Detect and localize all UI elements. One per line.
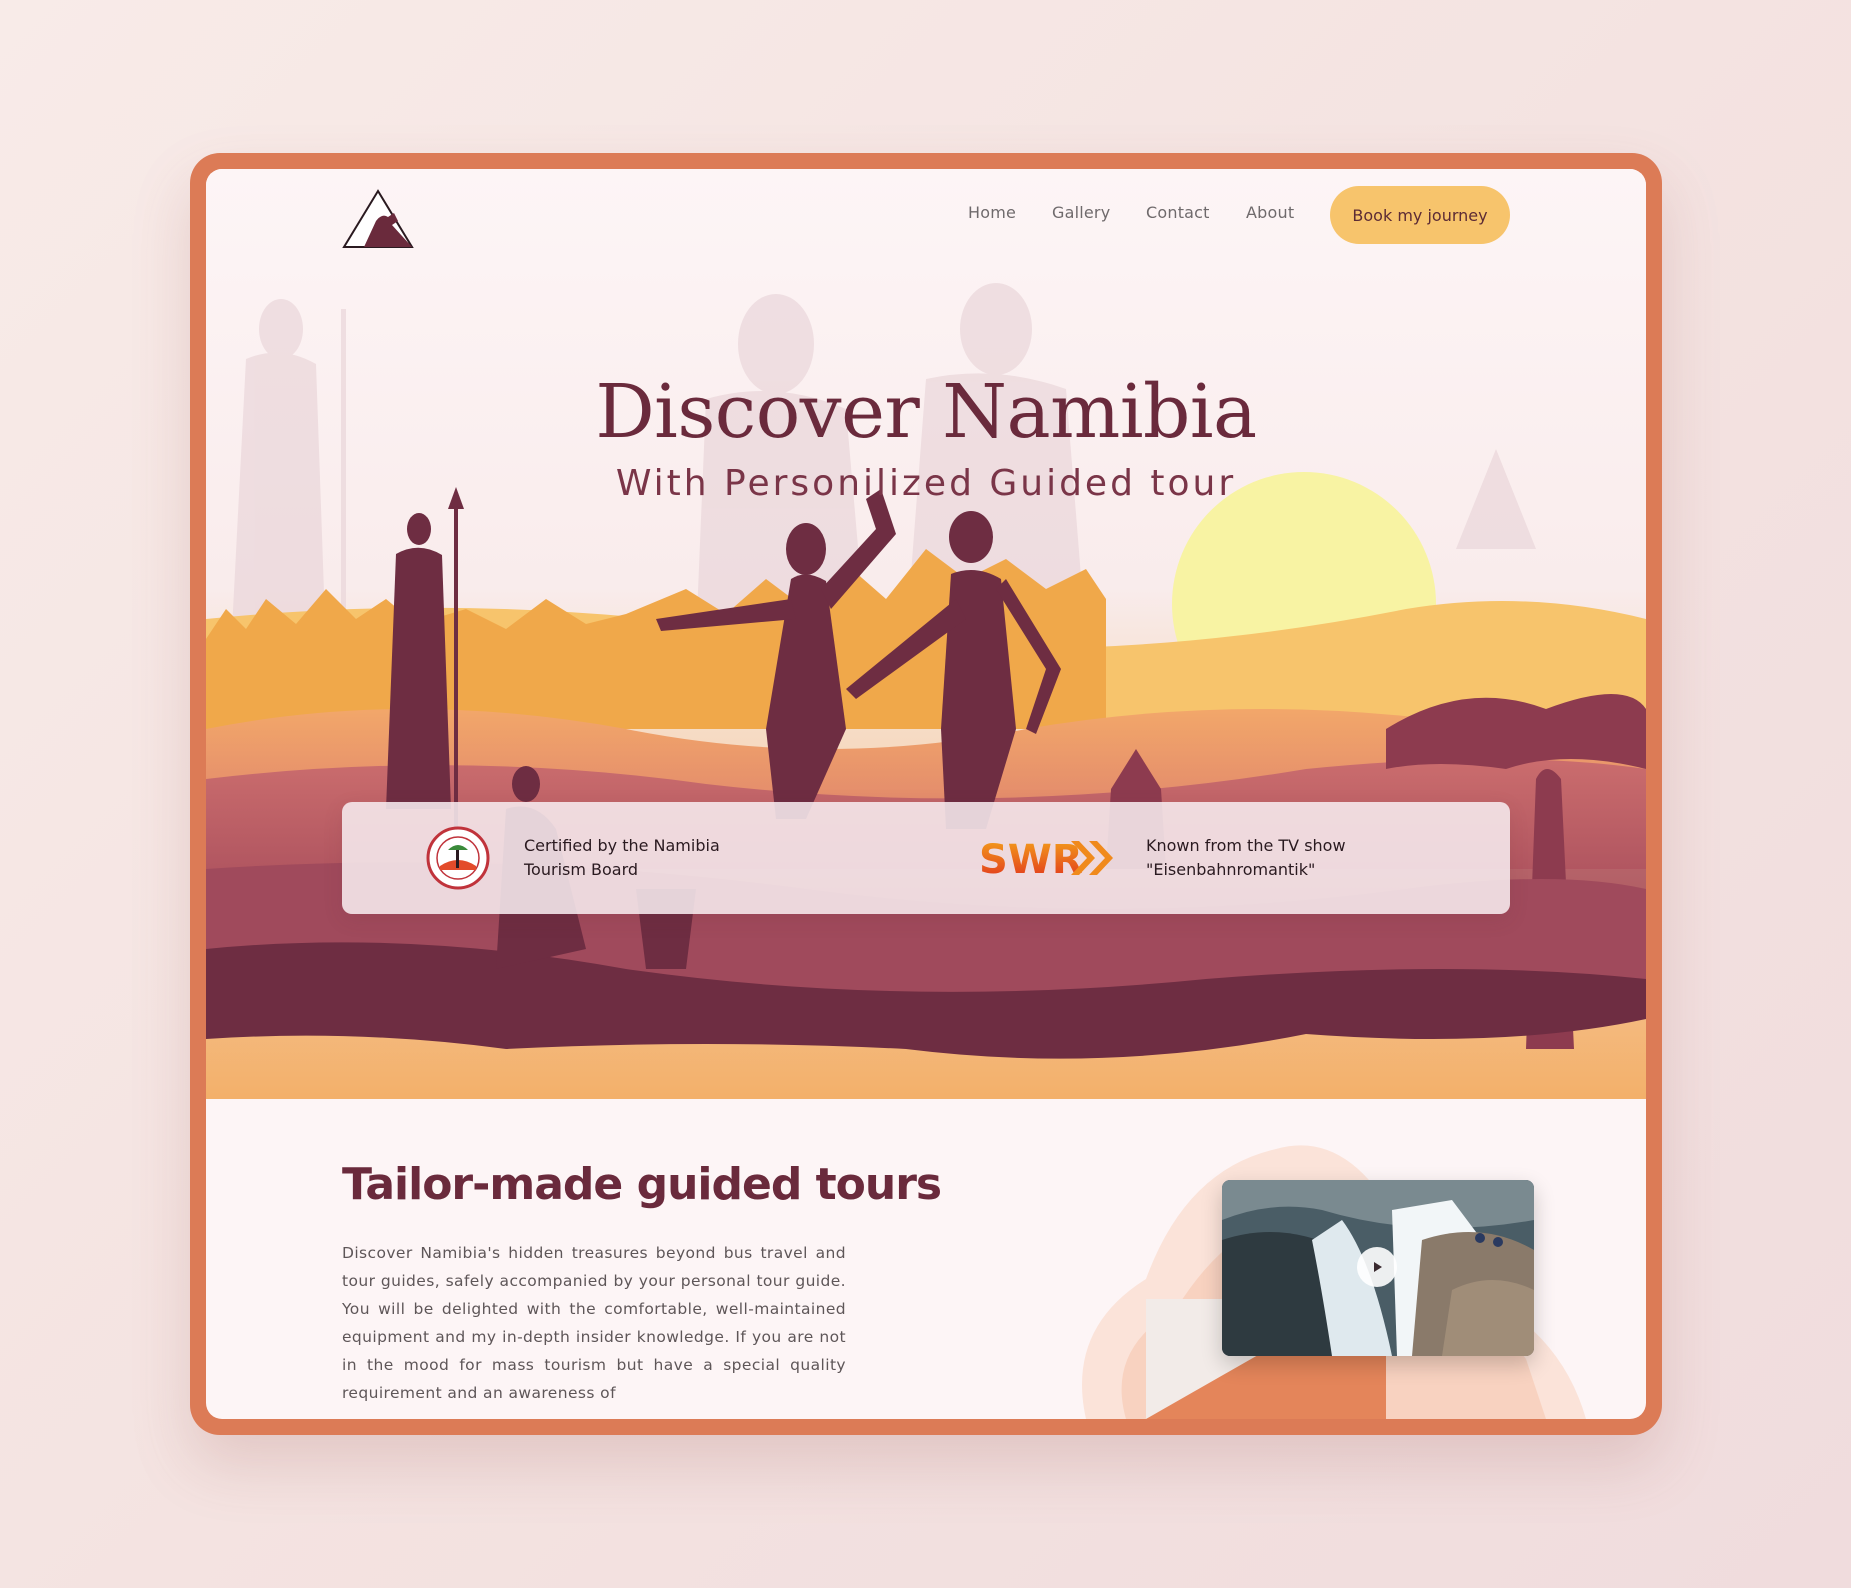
hero-title: Discover Namibia xyxy=(595,369,1257,455)
certified-text: Certified by the Namibia Tourism Board xyxy=(524,834,774,882)
browser-frame: Home Gallery Contact About Book my journ… xyxy=(190,153,1662,1435)
page-viewport: Home Gallery Contact About Book my journ… xyxy=(206,169,1646,1419)
play-icon[interactable] xyxy=(1357,1247,1397,1287)
nav-contact-link[interactable]: Contact xyxy=(1146,203,1210,222)
nav-about-link[interactable]: About xyxy=(1246,203,1294,222)
hero-subtitle: With Personilized Guided tour xyxy=(615,463,1237,504)
section-title: Tailor-made guided tours xyxy=(342,1159,942,1210)
nav-gallery-link[interactable]: Gallery xyxy=(1052,203,1110,222)
trust-badges-bar: Certified by the Namibia Tourism Board S… xyxy=(342,802,1510,914)
section-body-text: Discover Namibia's hidden treasures beyo… xyxy=(342,1244,846,1402)
logo-mountain-icon[interactable] xyxy=(342,187,414,251)
tv-line-2: "Eisenbahnromantik" xyxy=(1146,860,1316,879)
certified-line-1: Certified by the Namibia xyxy=(524,836,720,855)
tv-line-1: Known from the TV show xyxy=(1146,836,1346,855)
tourism-board-seal-icon xyxy=(426,826,490,890)
hero-illustration xyxy=(206,169,1646,1099)
tv-show-text: Known from the TV show "Eisenbahnromanti… xyxy=(1146,834,1396,882)
top-navigation: Home Gallery Contact About Book my journ… xyxy=(206,169,1646,269)
svg-text:SWR: SWR xyxy=(979,837,1083,881)
nav-home-link[interactable]: Home xyxy=(968,203,1016,222)
book-journey-button[interactable]: Book my journey xyxy=(1330,186,1510,244)
swr-logo: SWR xyxy=(979,835,1114,883)
video-thumbnail[interactable] xyxy=(1222,1180,1534,1356)
certified-line-2: Tourism Board xyxy=(524,860,639,879)
